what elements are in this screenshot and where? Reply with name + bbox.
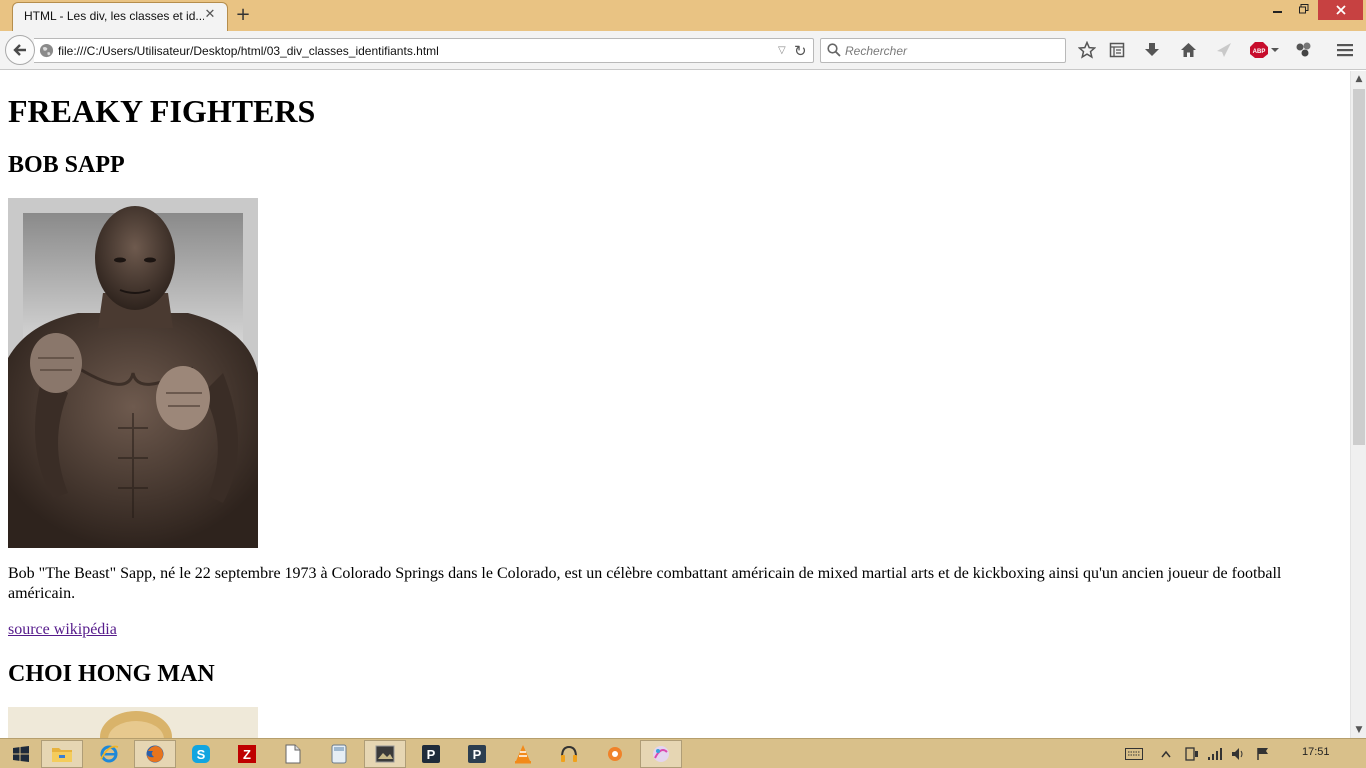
network-signal-icon[interactable] — [1206, 745, 1224, 763]
svg-text:ABP: ABP — [1253, 49, 1266, 55]
svg-text:P: P — [473, 747, 482, 762]
headphones-app-icon[interactable] — [548, 740, 590, 768]
menu-button[interactable] — [1333, 39, 1357, 61]
volume-icon[interactable] — [1230, 745, 1248, 763]
fighter-description: Bob "The Beast" Sapp, né le 22 septembre… — [8, 565, 1282, 602]
fighter-photo — [8, 198, 258, 548]
globe-icon — [39, 43, 54, 58]
page-viewport: FREAKY FIGHTERS BOB SAPP Bob "The Beast"… — [0, 71, 1350, 738]
svg-text:P: P — [427, 747, 436, 762]
url-text[interactable]: file:///C:/Users/Utilisateur/Desktop/htm… — [58, 44, 439, 58]
extension-button[interactable] — [1292, 39, 1316, 61]
url-bar[interactable]: file:///C:/Users/Utilisateur/Desktop/htm… — [34, 38, 814, 63]
download-icon — [1145, 43, 1159, 56]
minimize-icon — [1273, 11, 1282, 13]
vlc-icon[interactable] — [502, 740, 544, 768]
taskbar: S Z P P 17:51 — [0, 738, 1366, 768]
page-title: FREAKY FIGHTERS — [8, 93, 316, 129]
scroll-down-icon[interactable]: ▼ — [1351, 722, 1366, 738]
minimize-button[interactable] — [1264, 0, 1292, 20]
back-arrow-icon — [13, 44, 26, 56]
download-button[interactable] — [1140, 39, 1164, 61]
home-icon — [1180, 43, 1196, 57]
home-button[interactable] — [1176, 39, 1200, 61]
window-close-button[interactable] — [1318, 0, 1363, 20]
title-bar: HTML - Les div, les classes et id... ✕ + — [0, 0, 1366, 32]
windows-start-icon[interactable] — [0, 740, 42, 768]
calculator-icon[interactable] — [318, 740, 360, 768]
bookmark-star-button[interactable] — [1075, 39, 1099, 61]
action-center-flag-icon[interactable] — [1254, 745, 1272, 763]
adblock-plus-icon: ABP — [1250, 42, 1279, 58]
filezilla-icon[interactable]: Z — [226, 740, 268, 768]
menu-icon — [1337, 44, 1353, 57]
scroll-up-icon[interactable]: ▲ — [1351, 71, 1366, 87]
restore-icon — [1299, 4, 1309, 14]
send-button[interactable] — [1212, 39, 1236, 61]
scroll-thumb[interactable] — [1353, 89, 1365, 445]
send-icon — [1217, 43, 1231, 57]
tab-title: HTML - Les div, les classes et id... — [24, 9, 204, 23]
fighter-photo — [8, 707, 258, 738]
close-icon[interactable]: ✕ — [203, 8, 217, 22]
search-input[interactable] — [845, 43, 1055, 59]
source-link[interactable]: source wikipédia — [8, 620, 117, 640]
fighter-name: BOB SAPP — [8, 152, 125, 178]
taskbar-clock[interactable]: 17:51 — [1302, 746, 1330, 758]
navigation-toolbar: file:///C:/Users/Utilisateur/Desktop/htm… — [0, 31, 1366, 70]
new-tab-button[interactable]: + — [234, 5, 252, 25]
fighter-name: CHOI HONG MAN — [8, 661, 215, 687]
restore-button[interactable] — [1290, 0, 1318, 20]
dropmarker-icon[interactable]: ▽ — [778, 45, 786, 56]
app-p-icon[interactable]: P — [456, 740, 498, 768]
svg-text:S: S — [197, 747, 206, 762]
file-explorer-icon[interactable] — [41, 740, 83, 768]
paint-app-icon[interactable] — [640, 740, 682, 768]
internet-explorer-icon[interactable] — [88, 740, 130, 768]
search-bar[interactable] — [820, 38, 1066, 63]
vertical-scrollbar[interactable]: ▲ ▼ — [1350, 71, 1366, 738]
app-p-dark-icon[interactable]: P — [410, 740, 452, 768]
back-button[interactable] — [5, 35, 35, 65]
svg-text:Z: Z — [243, 747, 251, 762]
browser-tab[interactable]: HTML - Les div, les classes et id... ✕ — [12, 2, 228, 32]
keyboard-icon[interactable] — [1124, 745, 1144, 763]
show-hidden-icons-icon[interactable] — [1159, 745, 1173, 763]
reading-list-button[interactable] — [1105, 39, 1129, 61]
photo-viewer-icon[interactable] — [364, 740, 406, 768]
adblock-plus-button[interactable]: ABP — [1250, 39, 1280, 61]
media-app-icon[interactable] — [594, 740, 636, 768]
reading-list-icon — [1109, 42, 1125, 58]
search-icon — [827, 43, 841, 57]
firefox-icon[interactable] — [134, 740, 176, 768]
reload-icon[interactable]: ↻ — [794, 42, 807, 60]
extension-icon — [1296, 42, 1311, 57]
notepad-icon[interactable] — [272, 740, 314, 768]
bookmark-star-icon — [1078, 41, 1096, 59]
device-icon[interactable] — [1182, 745, 1200, 763]
close-icon — [1335, 5, 1346, 15]
skype-icon[interactable]: S — [180, 740, 222, 768]
